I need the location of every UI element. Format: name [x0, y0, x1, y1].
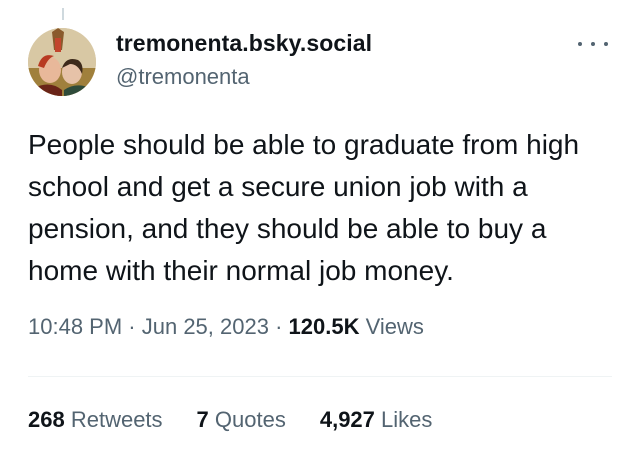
tweet-time[interactable]: 10:48 PM: [28, 314, 122, 339]
retweets-stat[interactable]: 268 Retweets: [28, 407, 163, 433]
tweet-meta: 10:48 PM · Jun 25, 2023 · 120.5K Views: [28, 314, 424, 340]
meta-separator: ·: [268, 314, 289, 339]
more-options-button[interactable]: [578, 32, 608, 56]
tweet-date[interactable]: Jun 25, 2023: [142, 314, 269, 339]
likes-count: 4,927: [319, 407, 375, 432]
likes-label: Likes: [374, 407, 433, 432]
medieval-painting-avatar-icon: [28, 28, 96, 96]
tweet-text: People should be able to graduate from h…: [28, 124, 618, 292]
tweet-text-line: home with their normal job money.: [28, 255, 454, 286]
quotes-count: 7: [196, 407, 209, 432]
quotes-label: Quotes: [208, 407, 286, 432]
author-display-name[interactable]: tremonenta.bsky.social: [116, 30, 372, 57]
engagement-stats: 268 Retweets 7 Quotes 4,927 Likes: [28, 407, 466, 433]
tweet-text-line: pension, and they should be able to buy …: [28, 213, 547, 244]
views-label: Views: [359, 314, 424, 339]
more-options-icon: [591, 42, 595, 46]
avatar[interactable]: [28, 28, 96, 96]
tweet-text-line: People should be able to graduate from h…: [28, 129, 580, 160]
meta-separator: ·: [122, 314, 142, 339]
quotes-stat[interactable]: 7 Quotes: [197, 407, 286, 433]
retweets-label: Retweets: [64, 407, 163, 432]
tweet-card: tremonenta.bsky.social @tremonenta Peopl…: [0, 0, 640, 454]
more-options-icon: [604, 42, 608, 46]
thread-line: [62, 8, 64, 20]
views-count: 120.5K: [288, 314, 360, 339]
retweets-count: 268: [28, 407, 65, 432]
tweet-text-line: school and get a secure union job with a: [28, 171, 528, 202]
more-options-icon: [578, 42, 582, 46]
divider: [28, 376, 612, 377]
likes-stat[interactable]: 4,927 Likes: [320, 407, 433, 433]
author-handle[interactable]: @tremonenta: [116, 64, 250, 90]
